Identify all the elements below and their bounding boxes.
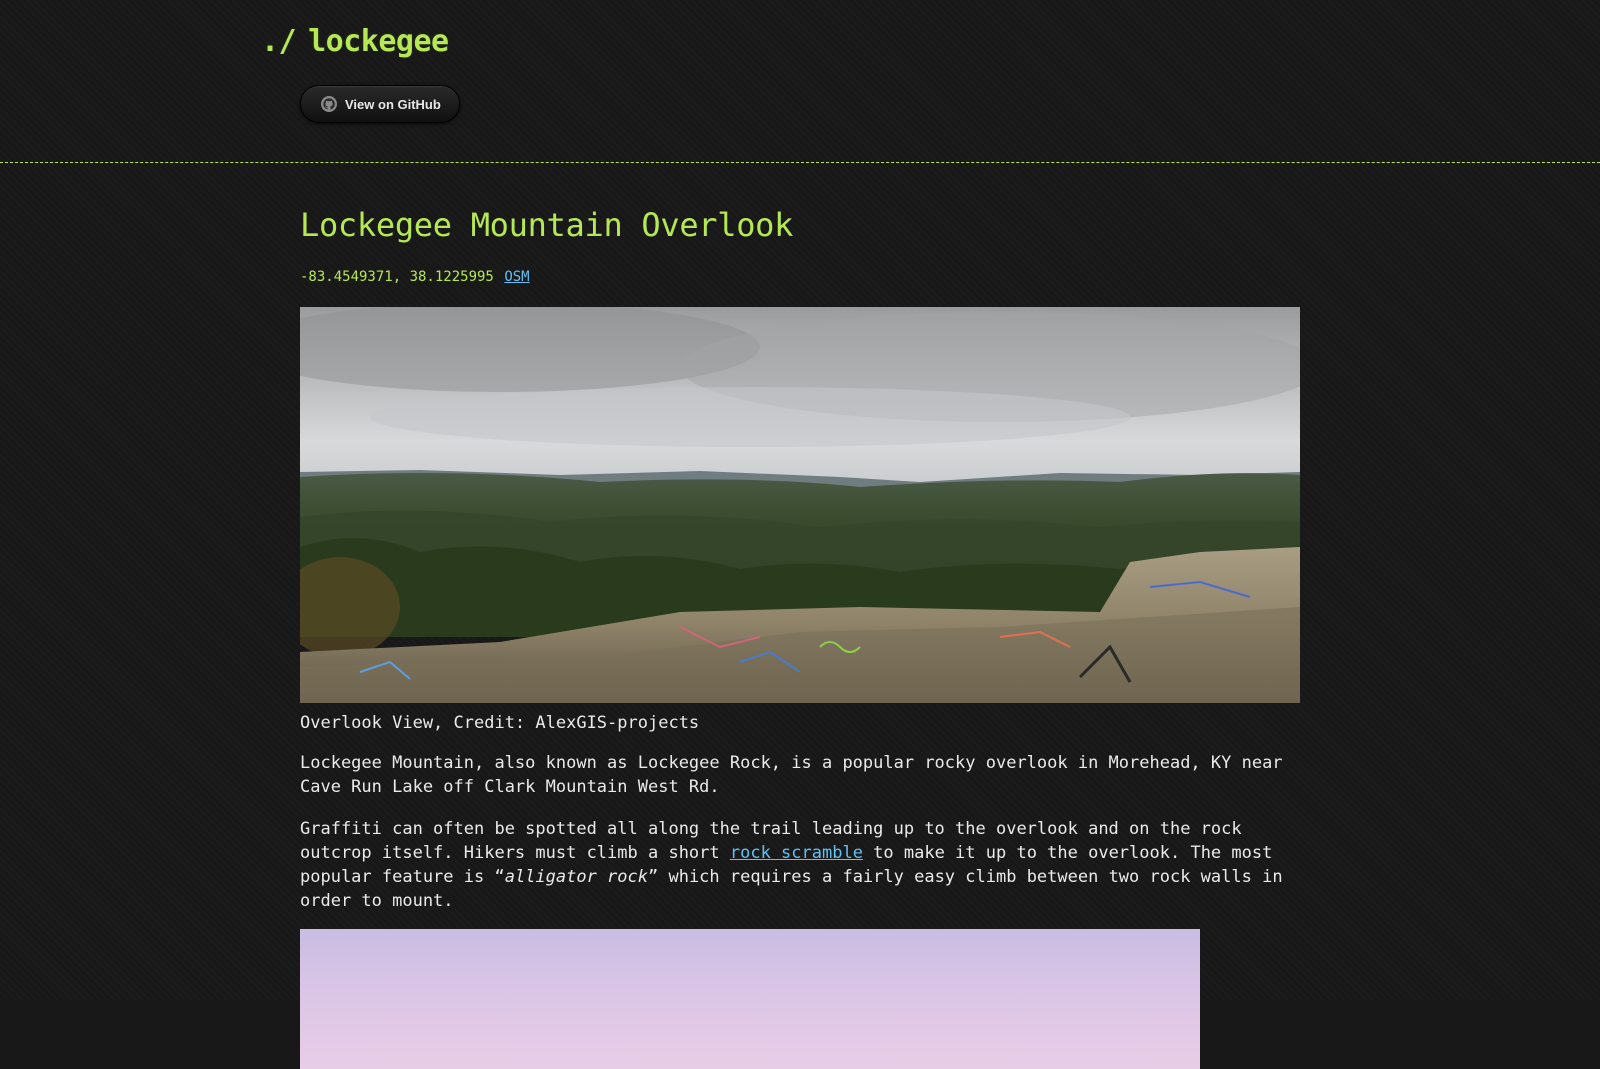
github-icon xyxy=(321,96,337,112)
site-name: lockegee xyxy=(308,24,449,59)
site-title[interactable]: ./ lockegee xyxy=(261,24,449,59)
site-header: ./ lockegee View on GitHub xyxy=(0,0,1600,163)
overlook-photo xyxy=(300,307,1300,703)
main-content: Lockegee Mountain Overlook -83.4549371, … xyxy=(300,163,1300,1069)
osm-link[interactable]: OSM xyxy=(504,269,529,285)
coordinates-text: -83.4549371, 38.1225995 xyxy=(300,269,494,285)
image-caption: Overlook View, Credit: AlexGIS-projects xyxy=(300,713,700,733)
github-button-label: View on GitHub xyxy=(345,96,441,112)
rock-scramble-link[interactable]: rock scramble xyxy=(730,843,863,863)
paragraph-graffiti: Graffiti can often be spotted all along … xyxy=(300,817,1300,913)
alligator-rock-emphasis: alligator rock xyxy=(504,867,648,887)
view-on-github-button[interactable]: View on GitHub xyxy=(300,85,460,123)
prompt-symbol: ./ xyxy=(261,24,297,59)
coordinates-line: -83.4549371, 38.1225995 OSM xyxy=(300,269,1300,285)
page-title: Lockegee Mountain Overlook xyxy=(300,206,794,244)
sunset-photo xyxy=(300,929,1200,1069)
paragraph-intro: Lockegee Mountain, also known as Lockege… xyxy=(300,753,1283,797)
